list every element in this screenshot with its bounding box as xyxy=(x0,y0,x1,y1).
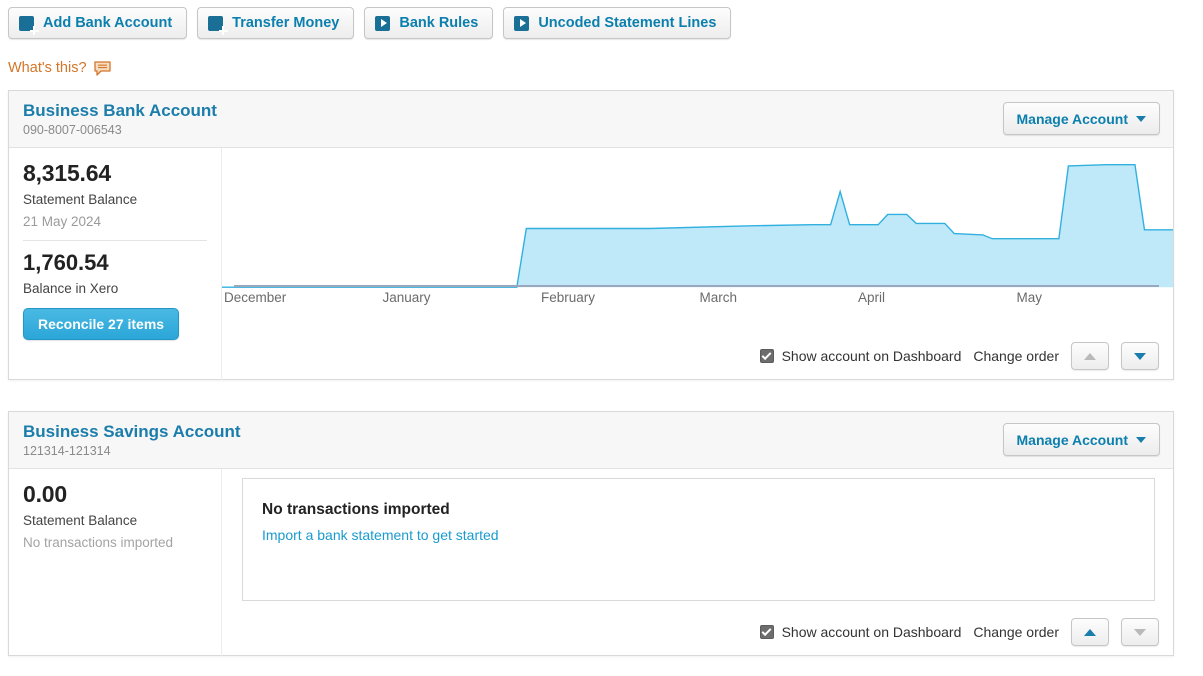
panel-body: 0.00 Statement Balance No transactions i… xyxy=(9,469,1173,656)
balance-summary: 0.00 Statement Balance No transactions i… xyxy=(9,469,221,656)
panel-controls: Show account on Dashboard Change order xyxy=(759,618,1159,646)
show-on-dashboard-checkbox[interactable]: Show account on Dashboard xyxy=(759,348,962,364)
show-on-dashboard-label: Show account on Dashboard xyxy=(781,624,962,640)
panel-header: Business Savings Account 121314-121314 M… xyxy=(9,412,1173,469)
reconcile-button[interactable]: Reconcile 27 items xyxy=(23,308,180,340)
plus-icon xyxy=(19,15,39,35)
empty-state-title: No transactions imported xyxy=(262,501,450,518)
account-number: 121314-121314 xyxy=(23,444,111,458)
whats-this-label: What's this? xyxy=(8,60,87,76)
arrow-down-icon xyxy=(1134,352,1146,360)
uncoded-statement-lines-label: Uncoded Statement Lines xyxy=(538,15,717,31)
manage-account-label: Manage Account xyxy=(1016,431,1129,448)
checkbox-icon xyxy=(759,349,774,363)
change-order-label: Change order xyxy=(973,624,1059,640)
play-icon xyxy=(375,15,391,31)
chart-month-label: April xyxy=(858,290,886,305)
chart-month-label: March xyxy=(699,290,738,305)
move-down-button[interactable] xyxy=(1121,342,1159,370)
play-icon xyxy=(514,15,530,31)
chart-month-label: January xyxy=(382,290,431,305)
transfer-money-label: Transfer Money xyxy=(232,15,340,31)
move-up-button[interactable] xyxy=(1071,618,1109,646)
statement-balance-label: Statement Balance xyxy=(23,192,138,207)
chevron-down-icon xyxy=(1136,436,1146,443)
chart-month-labels: December January February March April May xyxy=(222,290,1173,305)
whats-this-link[interactable]: What's this? xyxy=(8,60,111,76)
change-order-label: Change order xyxy=(973,348,1059,364)
divider xyxy=(23,240,207,241)
balance-area-chart xyxy=(222,148,1173,293)
manage-account-button[interactable]: Manage Account xyxy=(1002,102,1160,135)
column-divider xyxy=(221,469,222,656)
show-on-dashboard-checkbox[interactable]: Show account on Dashboard xyxy=(759,624,962,640)
add-bank-account-label: Add Bank Account xyxy=(43,15,173,31)
plus-icon xyxy=(208,15,228,35)
empty-state-box: No transactions imported Import a bank s… xyxy=(242,478,1155,601)
account-number: 090-8007-006543 xyxy=(23,123,122,137)
chart-month-label: February xyxy=(541,290,596,305)
arrow-down-icon xyxy=(1134,628,1146,636)
chart-month-label: May xyxy=(1016,290,1043,305)
arrow-up-icon xyxy=(1084,352,1096,360)
arrow-up-icon xyxy=(1084,628,1096,636)
move-up-button[interactable] xyxy=(1071,342,1109,370)
add-bank-account-button[interactable]: Add Bank Account xyxy=(8,7,188,39)
manage-account-label: Manage Account xyxy=(1016,110,1129,127)
bank-rules-label: Bank Rules xyxy=(399,15,479,31)
show-on-dashboard-label: Show account on Dashboard xyxy=(781,348,962,364)
manage-account-button[interactable]: Manage Account xyxy=(1002,423,1160,456)
transfer-money-button[interactable]: Transfer Money xyxy=(197,7,355,39)
bank-rules-button[interactable]: Bank Rules xyxy=(364,7,494,39)
statement-date: 21 May 2024 xyxy=(23,214,102,229)
xero-balance-label: Balance in Xero xyxy=(23,281,119,296)
bank-account-panel: Business Bank Account 090-8007-006543 Ma… xyxy=(8,90,1174,380)
xero-balance-amount: 1,760.54 xyxy=(23,250,109,275)
bank-account-panel: Business Savings Account 121314-121314 M… xyxy=(8,411,1174,656)
balance-summary: 8,315.64 Statement Balance 21 May 2024 1… xyxy=(9,148,221,380)
balance-chart: December January February March April May xyxy=(222,148,1173,336)
uncoded-statement-lines-button[interactable]: Uncoded Statement Lines xyxy=(503,7,732,39)
account-name-link[interactable]: Business Savings Account xyxy=(23,422,241,442)
move-down-button[interactable] xyxy=(1121,618,1159,646)
account-name-link[interactable]: Business Bank Account xyxy=(23,101,217,121)
toolbar: Add Bank Account Transfer Money Bank Rul… xyxy=(8,7,732,39)
import-statement-link[interactable]: Import a bank statement to get started xyxy=(262,527,499,543)
statement-balance-label: Statement Balance xyxy=(23,513,138,528)
panel-body: 8,315.64 Statement Balance 21 May 2024 1… xyxy=(9,148,1173,380)
statement-note: No transactions imported xyxy=(23,535,174,550)
panel-header: Business Bank Account 090-8007-006543 Ma… xyxy=(9,91,1173,148)
speech-bubble-icon xyxy=(93,60,111,76)
statement-balance-amount: 8,315.64 xyxy=(23,160,111,186)
statement-balance-amount: 0.00 xyxy=(23,481,67,507)
chart-month-label: December xyxy=(224,290,287,305)
chart-axis xyxy=(234,285,1159,287)
chevron-down-icon xyxy=(1136,115,1146,122)
checkbox-icon xyxy=(759,625,774,639)
panel-controls: Show account on Dashboard Change order xyxy=(759,342,1159,370)
